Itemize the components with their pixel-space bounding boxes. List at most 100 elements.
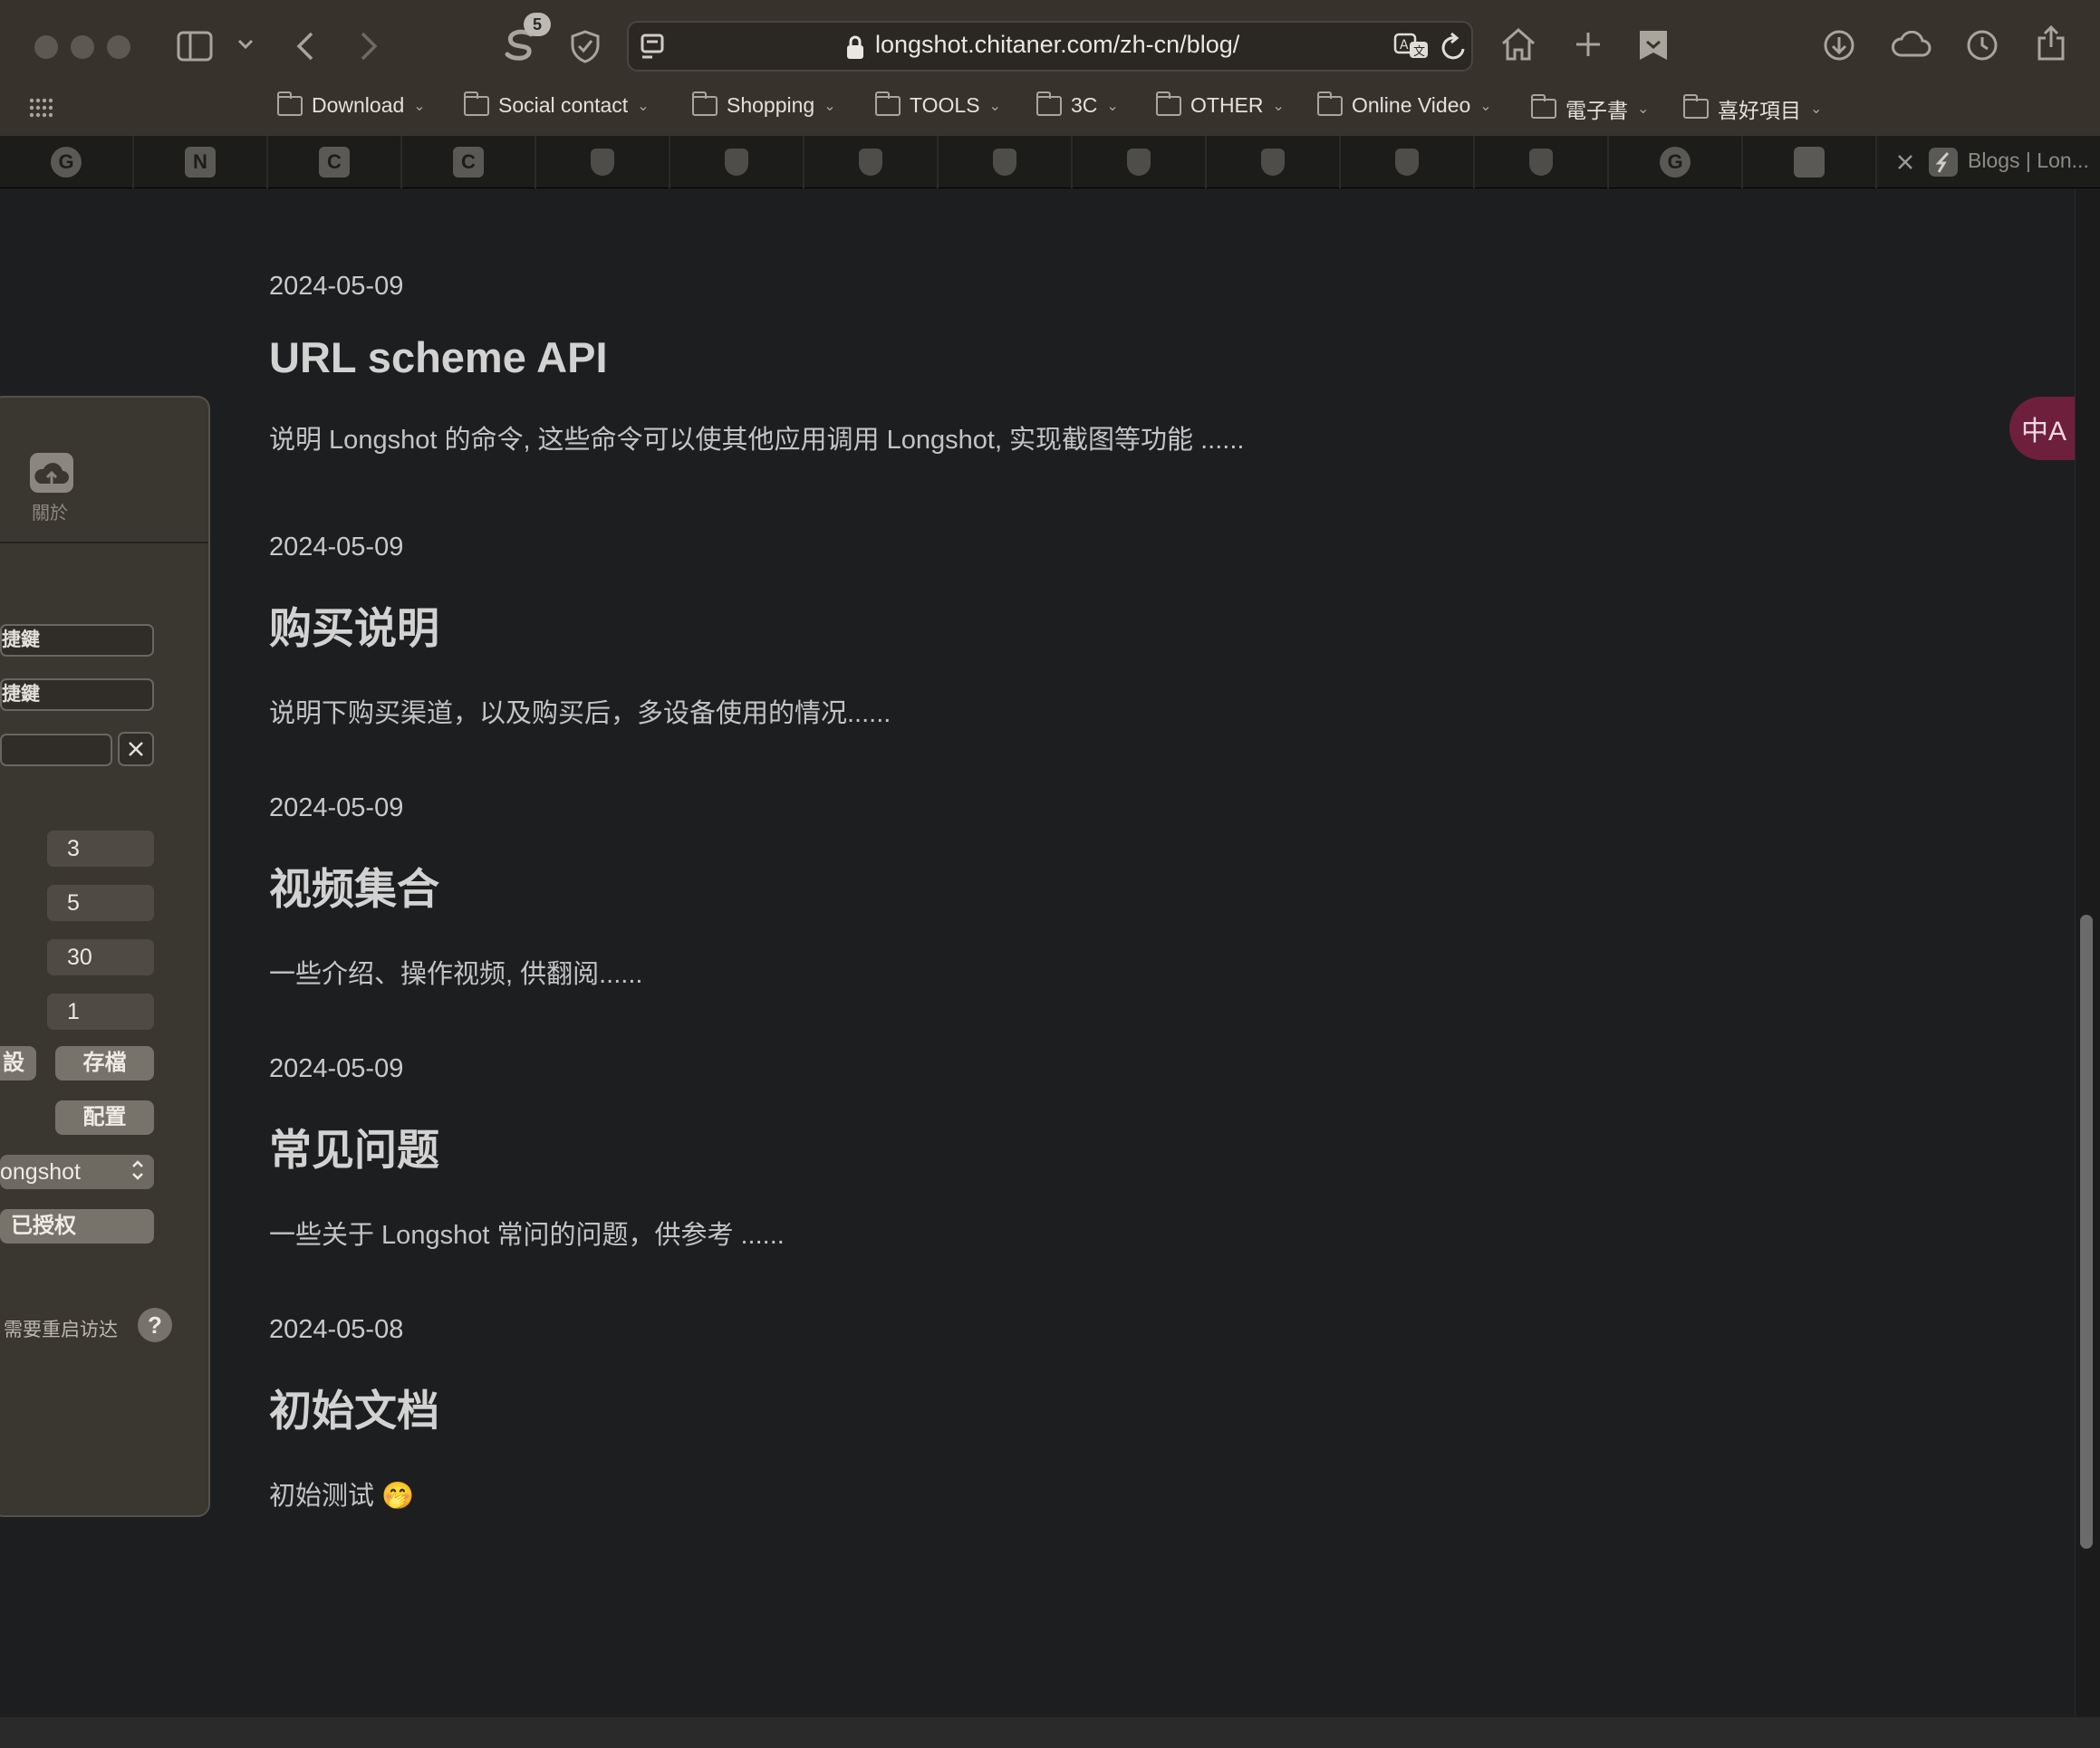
home-icon[interactable] — [1500, 27, 1536, 62]
chevron-down-icon: ⌄ — [1106, 98, 1119, 114]
bookmark-folder-tools[interactable]: TOOLS ⌄ — [875, 91, 1001, 118]
tab-shield-site[interactable] — [670, 136, 804, 188]
reset-button[interactable]: 設 — [0, 1046, 36, 1080]
tab-shield-site[interactable] — [1341, 136, 1475, 188]
app-select[interactable]: ongshot — [0, 1155, 154, 1189]
sidebar-toggle-icon[interactable] — [177, 31, 213, 62]
close-icon — [129, 742, 143, 756]
tab-shield-site[interactable] — [1207, 136, 1341, 188]
apps-grid-icon[interactable] — [29, 98, 53, 118]
post-date: 2024-05-08 — [269, 1315, 404, 1344]
number-field[interactable]: 5 — [47, 885, 154, 921]
shortcut-field[interactable]: 捷鍵 — [0, 678, 154, 711]
number-field[interactable]: 30 — [47, 939, 154, 975]
save-button[interactable]: 存檔 — [55, 1046, 154, 1080]
active-tab-title[interactable]: Blogs | Lon... — [1968, 149, 2089, 173]
blog-post[interactable]: 2024-05-09 视频集合 一些介绍、操作视频, 供翻阅...... — [269, 793, 642, 991]
cloud-upload-icon[interactable] — [30, 453, 73, 493]
post-date: 2024-05-09 — [269, 793, 404, 822]
c-icon: C — [319, 147, 350, 178]
shortcut-input[interactable] — [0, 734, 112, 766]
tab-shield-site[interactable] — [1475, 136, 1609, 188]
tab-c-site[interactable]: C — [402, 136, 536, 188]
reload-icon[interactable] — [1440, 33, 1468, 62]
privacy-shield-icon[interactable] — [569, 29, 602, 63]
post-title[interactable]: 常见问题 — [269, 1115, 785, 1177]
up-down-chevron-icon — [130, 1155, 145, 1189]
shield-icon — [1395, 149, 1419, 176]
number-field[interactable]: 1 — [47, 994, 154, 1030]
longshot-icon — [1794, 147, 1825, 178]
extension-count-badge: 5 — [524, 13, 551, 36]
translate-page-icon[interactable]: A文 — [1393, 33, 1430, 60]
bookmark-folder-other[interactable]: OTHER ⌄ — [1156, 91, 1285, 118]
forward-icon[interactable] — [359, 31, 379, 62]
blog-post[interactable]: 2024-05-09 购买说明 说明下购买渠道，以及购买后，多设备使用的情况..… — [269, 533, 891, 730]
post-title[interactable]: 视频集合 — [269, 854, 642, 917]
bookmark-folder-social-contact[interactable]: Social contact ⌄ — [464, 91, 650, 118]
bookmark-folder-download[interactable]: Download ⌄ — [277, 91, 426, 118]
close-tab-icon[interactable] — [1897, 154, 1913, 170]
tab-notion[interactable]: N — [134, 136, 268, 188]
tab-grammarly[interactable]: G — [1609, 136, 1743, 188]
shield-icon — [591, 149, 614, 176]
window-close-button[interactable] — [34, 35, 58, 59]
tab-shield-site[interactable] — [536, 136, 670, 188]
number-field[interactable]: 3 — [47, 831, 154, 867]
bookmark-folder-online-video[interactable]: Online Video ⌄ — [1317, 91, 1492, 118]
reader-view-icon[interactable] — [640, 33, 667, 60]
config-button[interactable]: 配置 — [55, 1100, 154, 1135]
blog-post[interactable]: 2024-05-08 初始文档 初始测试 🤭 — [269, 1315, 439, 1513]
bookmark-folder-3c[interactable]: 3C ⌄ — [1036, 91, 1119, 118]
tab-grammarly[interactable]: G — [0, 136, 134, 188]
shield-icon — [993, 149, 1016, 176]
window-zoom-button[interactable] — [107, 35, 130, 59]
clear-shortcut-button[interactable] — [118, 732, 154, 766]
post-title[interactable]: URL scheme API — [269, 332, 1244, 382]
folder-icon — [1683, 94, 1709, 119]
chevron-down-icon[interactable] — [237, 38, 254, 51]
panel-divider — [0, 542, 208, 543]
help-button[interactable]: ? — [138, 1308, 172, 1342]
reading-list-icon[interactable] — [1638, 29, 1669, 62]
tab-c-site[interactable]: C — [268, 136, 402, 188]
folder-icon — [1156, 91, 1181, 116]
post-title[interactable]: 初始文档 — [269, 1376, 439, 1438]
translate-floating-button[interactable]: 中A — [2009, 397, 2078, 460]
blog-post[interactable]: 2024-05-09 URL scheme API 说明 Longshot 的命… — [269, 272, 1244, 456]
url-text[interactable]: longshot.chitaner.com/zh-cn/blog/ — [875, 31, 1239, 59]
new-tab-icon[interactable] — [1575, 31, 1602, 58]
longshot-tab-favicon-icon — [1928, 147, 1959, 178]
shortcut-field[interactable]: 捷鍵 — [0, 624, 154, 657]
post-description: 初始测试 🤭 — [269, 1482, 415, 1511]
tab-shield-site[interactable] — [804, 136, 939, 188]
back-icon[interactable] — [295, 31, 315, 62]
shield-icon — [1529, 149, 1553, 176]
post-description: 说明 Longshot 的命令, 这些命令可以使其他应用调用 Longshot,… — [269, 426, 1245, 455]
folder-icon — [464, 91, 489, 116]
tab-shield-site[interactable] — [1073, 136, 1207, 188]
blog-post[interactable]: 2024-05-09 常见问题 一些关于 Longshot 常问的问题，供参考 … — [269, 1054, 785, 1252]
history-icon[interactable] — [1966, 29, 1999, 62]
chevron-down-icon: ⌄ — [1272, 98, 1285, 114]
folder-icon — [1036, 91, 1062, 116]
tab-shield-site[interactable] — [939, 136, 1073, 188]
bookmark-folder-ebooks[interactable]: 電子書 ⌄ — [1531, 93, 1649, 124]
lock-icon — [846, 34, 864, 60]
scrollbar-thumb[interactable] — [2080, 915, 2093, 1549]
downloads-icon[interactable] — [1823, 29, 1855, 62]
share-icon[interactable] — [2037, 25, 2066, 62]
authorized-button[interactable]: 已授权 — [0, 1209, 154, 1244]
window-minimize-button[interactable] — [71, 35, 94, 59]
bookmark-folder-favorites[interactable]: 喜好項目 ⌄ — [1683, 93, 1822, 124]
tab-longshot[interactable] — [1743, 136, 1877, 188]
chevron-down-icon: ⌄ — [988, 98, 1001, 114]
restart-finder-note: 需要重启访达 — [4, 1320, 118, 1340]
post-title[interactable]: 购买说明 — [269, 593, 891, 656]
about-tab-label[interactable]: 關於 — [32, 498, 68, 524]
app-select-value: ongshot — [0, 1159, 81, 1185]
bookmark-folder-shopping[interactable]: Shopping ⌄ — [692, 91, 836, 118]
folder-icon — [1317, 91, 1343, 116]
chevron-down-icon: ⌄ — [637, 98, 650, 114]
icloud-tabs-icon[interactable] — [1890, 31, 1931, 58]
